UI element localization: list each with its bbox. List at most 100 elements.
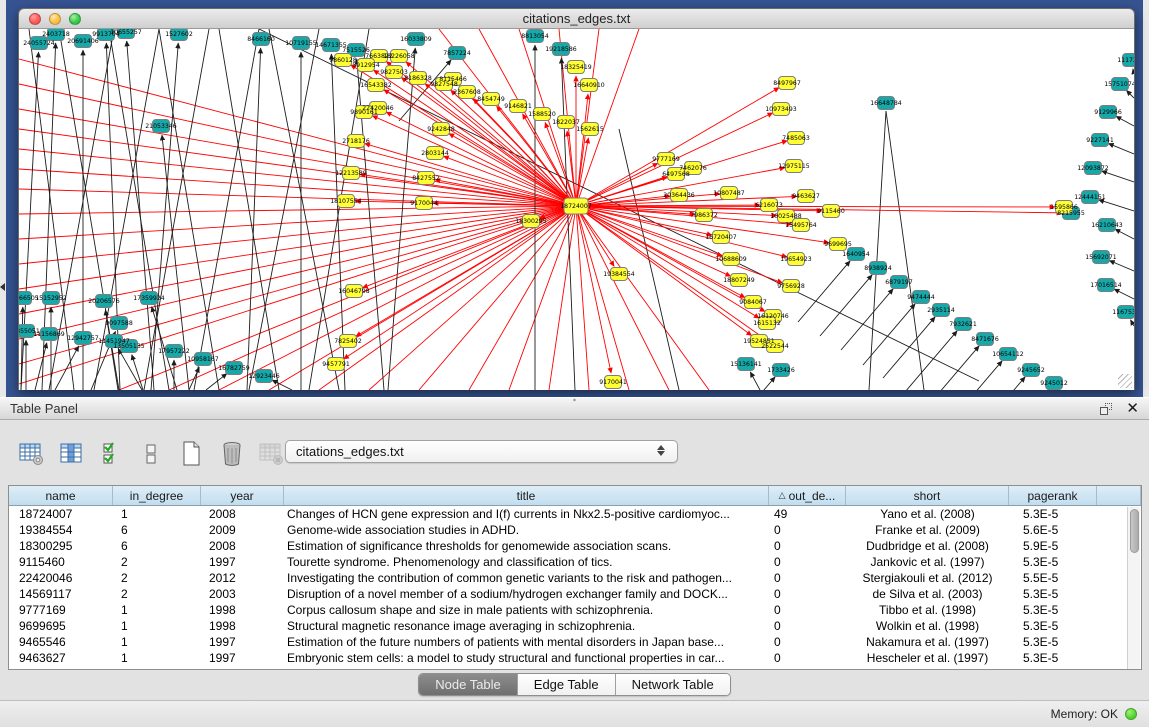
cell-title[interactable]: Estimation of significance thresholds fo… (284, 538, 769, 554)
cell-title[interactable]: Changes of HCN gene expression and I(f) … (284, 506, 769, 522)
graph-edge[interactable] (1109, 261, 1134, 271)
cell-name[interactable]: 9463627 (9, 650, 113, 666)
cell-name[interactable]: 9777169 (9, 602, 113, 618)
table-row[interactable]: 946554611997Estimation of the future num… (9, 634, 1141, 650)
cell-out_de[interactable]: 0 (769, 634, 846, 650)
cell-in_degree[interactable]: 1 (113, 506, 201, 522)
delete-table-icon[interactable] (218, 440, 246, 468)
cell-in_degree[interactable]: 1 (113, 634, 201, 650)
graph-edge[interactable] (549, 206, 576, 390)
cell-title[interactable]: Corpus callosum shape and size in male p… (284, 602, 769, 618)
new-table-icon[interactable] (178, 440, 206, 468)
panel-collapse-arrow[interactable] (0, 283, 5, 291)
cell-in_degree[interactable]: 1 (113, 650, 201, 666)
cell-year[interactable]: 2008 (201, 506, 284, 522)
cell-in_degree[interactable]: 1 (113, 602, 201, 618)
column-header-in_degree[interactable]: in_degree (113, 486, 201, 505)
tab-node-table[interactable]: Node Table (419, 674, 518, 695)
graph-edge[interactable] (272, 380, 292, 390)
cell-short[interactable]: Dudbridge et al. (2008) (846, 538, 1009, 554)
graph-edge[interactable] (1108, 143, 1134, 154)
column-header-out_de[interactable]: △out_de... (769, 486, 846, 505)
cell-pagerank[interactable]: 5.3E-5 (1009, 602, 1097, 618)
memory-status-indicator[interactable] (1125, 708, 1137, 720)
tab-edge-table[interactable]: Edge Table (518, 674, 616, 695)
cell-title[interactable]: Structural magnetic resonance image aver… (284, 618, 769, 634)
network-window-titlebar[interactable]: citations_edges.txt (19, 9, 1134, 29)
graph-edge[interactable] (863, 304, 915, 365)
cell-in_degree[interactable]: 6 (113, 538, 201, 554)
graph-edge[interactable] (886, 111, 924, 390)
table-row[interactable]: 911546021997Tourette syndrome. Phenomeno… (9, 554, 1141, 570)
graph-edge[interactable] (132, 355, 143, 390)
cell-in_degree[interactable]: 2 (113, 554, 201, 570)
cell-year[interactable]: 1998 (201, 602, 284, 618)
cell-name[interactable]: 22420046 (9, 570, 113, 586)
graph-edge[interactable] (1133, 69, 1134, 74)
graph-edge[interactable] (841, 289, 893, 350)
graph-edge[interactable] (576, 206, 589, 390)
graph-edge[interactable] (750, 372, 760, 390)
cell-name[interactable]: 18300295 (9, 538, 113, 554)
tab-network-table[interactable]: Network Table (616, 674, 730, 695)
cell-out_de[interactable]: 0 (769, 586, 846, 602)
row-squares-icon[interactable] (138, 440, 166, 468)
cell-in_degree[interactable]: 1 (113, 618, 201, 634)
resize-grip-icon[interactable] (1118, 374, 1132, 388)
table-row[interactable]: 1830029562008Estimation of significance … (9, 538, 1141, 554)
cell-year[interactable]: 2012 (201, 570, 284, 586)
cell-short[interactable]: Wolkin et al. (1998) (846, 618, 1009, 634)
graph-edge[interactable] (883, 317, 935, 378)
select-columns-icon[interactable] (58, 440, 86, 468)
cell-short[interactable]: de Silva et al. (2003) (846, 586, 1009, 602)
cell-out_de[interactable]: 0 (769, 602, 846, 618)
cell-out_de[interactable]: 0 (769, 570, 846, 586)
cell-year[interactable]: 1997 (201, 650, 284, 666)
graph-edge[interactable] (144, 29, 209, 390)
graph-edge[interactable] (576, 29, 599, 206)
graph-edge[interactable] (1130, 320, 1134, 326)
table-selector-dropdown[interactable]: citations_edges.txt (285, 440, 678, 463)
graph-edge[interactable] (35, 343, 47, 390)
cell-out_de[interactable]: 0 (769, 650, 846, 666)
cell-out_de[interactable]: 49 (769, 506, 846, 522)
graph-edge[interactable] (19, 206, 576, 339)
cell-year[interactable]: 2009 (201, 522, 284, 538)
graph-edge[interactable] (118, 349, 142, 390)
table-row[interactable]: 2242004622012Investigating the contribut… (9, 570, 1141, 586)
graph-edge[interactable] (1115, 229, 1134, 239)
cell-in_degree[interactable]: 6 (113, 522, 201, 538)
graph-edge[interactable] (189, 367, 199, 390)
graph-edge[interactable] (798, 261, 850, 322)
graph-edge[interactable] (21, 52, 39, 390)
cell-pagerank[interactable]: 5.3E-5 (1009, 618, 1097, 634)
float-panel-icon[interactable] (1100, 403, 1112, 415)
cell-name[interactable]: 9465546 (9, 634, 113, 650)
column-header-pagerank[interactable]: pagerank (1009, 486, 1097, 505)
cell-year[interactable]: 1997 (201, 554, 284, 570)
cell-in_degree[interactable]: 2 (113, 570, 201, 586)
cell-name[interactable]: 9115460 (9, 554, 113, 570)
column-header-short[interactable]: short (846, 486, 1009, 505)
network-canvas[interactable]: 2405572424037182069140699137041065525715… (19, 29, 1134, 390)
table-row[interactable]: 946362711997Embryonic stem cells: a mode… (9, 650, 1141, 666)
table-row[interactable]: 969969511998Structural magnetic resonanc… (9, 618, 1141, 634)
graph-edge[interactable] (973, 377, 1025, 390)
cell-short[interactable]: Nakamura et al. (1997) (846, 634, 1009, 650)
cell-name[interactable]: 14569117 (9, 586, 113, 602)
cell-title[interactable]: Estimation of the future numbers of pati… (284, 634, 769, 650)
cell-pagerank[interactable]: 5.3E-5 (1009, 586, 1097, 602)
graph-edge[interactable] (159, 29, 219, 390)
table-options-icon[interactable] (18, 440, 46, 468)
minimize-window-icon[interactable] (49, 13, 61, 25)
cell-short[interactable]: Tibbo et al. (1998) (846, 602, 1009, 618)
table-row[interactable]: 1938455462009Genome-wide association stu… (9, 522, 1141, 538)
graph-edge[interactable] (94, 29, 159, 390)
graph-edge[interactable] (820, 275, 872, 336)
cell-out_de[interactable]: 0 (769, 538, 846, 554)
cell-name[interactable]: 18724007 (9, 506, 113, 522)
close-window-icon[interactable] (29, 13, 41, 25)
cell-title[interactable]: Embryonic stem cells: a model to study s… (284, 650, 769, 666)
column-header-title[interactable]: title (284, 486, 769, 505)
graph-edge[interactable] (19, 59, 576, 206)
